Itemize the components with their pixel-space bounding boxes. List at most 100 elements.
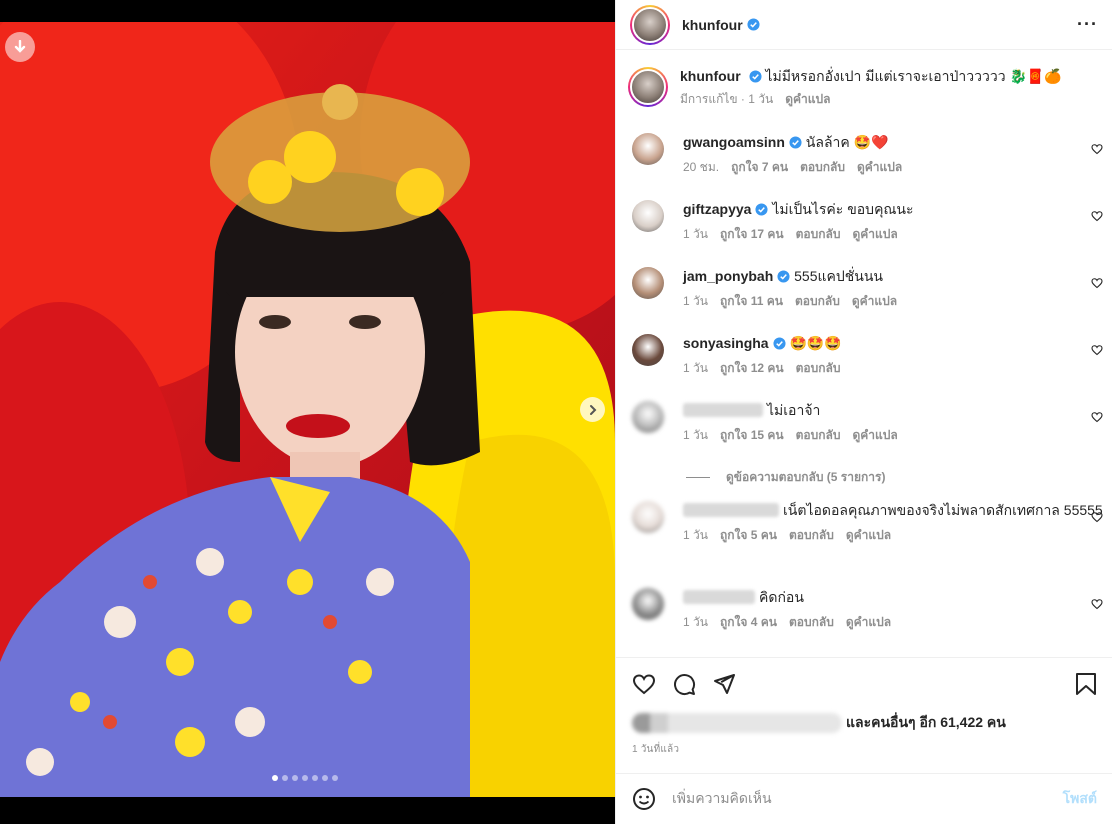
- commenter-username[interactable]: gwangoamsinn: [683, 134, 785, 150]
- translate-link[interactable]: ดูคำแปล: [852, 225, 897, 244]
- caption-avatar[interactable]: [628, 67, 668, 107]
- reply-button[interactable]: ตอบกลับ: [796, 359, 841, 378]
- post-comment-button[interactable]: โพสต์: [1063, 788, 1097, 810]
- comment-like-heart-icon[interactable]: [1091, 277, 1103, 289]
- next-slide-button[interactable]: [580, 397, 605, 422]
- carousel-dot[interactable]: [322, 775, 328, 781]
- comment-time: 1 วัน: [683, 361, 708, 375]
- add-comment-bar: เพิ่มความคิดเห็น โพสต์: [616, 773, 1112, 824]
- author-username[interactable]: khunfour: [682, 17, 743, 33]
- comment-likes[interactable]: ถูกใจ 7 คน: [731, 158, 788, 177]
- carousel-dot[interactable]: [332, 775, 338, 781]
- comment-bubble-icon[interactable]: [672, 672, 696, 696]
- commenter-username[interactable]: jam_ponybah: [683, 268, 773, 284]
- likes-count[interactable]: และคนอื่นๆ อีก 61,422 คน: [846, 712, 1006, 734]
- comment-text: คิดก่อน: [759, 589, 804, 605]
- comment-time: 1 วัน: [683, 294, 708, 308]
- comment-row: คิดก่อน 1 วัน ถูกใจ 4 คน ตอบกลับ ดูคำแปล: [632, 588, 1103, 632]
- comment-time: 1 วัน: [683, 528, 708, 542]
- comment-likes[interactable]: ถูกใจ 4 คน: [720, 613, 777, 632]
- save-bookmark-icon[interactable]: [1075, 672, 1097, 696]
- carousel-dot[interactable]: [312, 775, 318, 781]
- comment-row: gwangoamsinn นัลล้าค 🤩❤️ 20 ชม. ถูกใจ 7 คน…: [632, 133, 1103, 177]
- view-replies-button[interactable]: ดูข้อความตอบกลับ (5 รายการ): [686, 468, 885, 487]
- arrow-down-icon: [14, 40, 26, 53]
- download-button[interactable]: [5, 32, 35, 62]
- carousel-dots: [272, 775, 338, 781]
- comment-likes[interactable]: ถูกใจ 15 คน: [720, 426, 784, 445]
- post-photo[interactable]: [0, 22, 615, 797]
- hidden-username[interactable]: [683, 403, 763, 417]
- comment-time: 1 วัน: [683, 428, 708, 442]
- commenter-avatar[interactable]: [632, 334, 664, 366]
- commenter-avatar[interactable]: [632, 200, 664, 232]
- reply-button[interactable]: ตอบกลับ: [789, 613, 834, 632]
- comment-likes[interactable]: ถูกใจ 17 คน: [720, 225, 784, 244]
- comment-text: นัลล้าค 🤩❤️: [805, 134, 889, 150]
- commenter-avatar[interactable]: [632, 267, 664, 299]
- likes-summary[interactable]: และคนอื่นๆ อีก 61,422 คน: [616, 710, 1112, 736]
- comment-like-heart-icon[interactable]: [1091, 511, 1103, 523]
- reply-button[interactable]: ตอบกลับ: [800, 158, 845, 177]
- comment-like-heart-icon[interactable]: [1091, 411, 1103, 423]
- comment-text: 🤩🤩🤩: [789, 335, 842, 351]
- caption-translate-link[interactable]: ดูคำแปล: [785, 90, 830, 109]
- translate-link[interactable]: ดูคำแปล: [846, 613, 891, 632]
- commenter-avatar[interactable]: [632, 501, 664, 533]
- hidden-username[interactable]: [683, 503, 779, 517]
- caption-username[interactable]: khunfour: [680, 68, 741, 84]
- emoji-smiley-icon[interactable]: [632, 787, 656, 811]
- media-panel: [0, 0, 615, 824]
- comment-text: 555แคปชั่นนน: [794, 268, 883, 284]
- commenter-username[interactable]: sonyasingha: [683, 335, 769, 351]
- liked-by-avatars: [632, 713, 842, 733]
- author-avatar[interactable]: [630, 4, 670, 45]
- post-actions: และคนอื่นๆ อีก 61,422 คน 1 วันที่แล้ว: [616, 657, 1112, 757]
- carousel-dot[interactable]: [302, 775, 308, 781]
- comment-like-heart-icon[interactable]: [1091, 598, 1103, 610]
- view-replies-label: ดูข้อความตอบกลับ (5 รายการ): [726, 470, 886, 484]
- verified-badge-icon: [777, 270, 790, 283]
- comment-like-heart-icon[interactable]: [1091, 344, 1103, 356]
- like-heart-icon[interactable]: [632, 672, 656, 696]
- share-paper-plane-icon[interactable]: [712, 672, 736, 696]
- comment-like-heart-icon[interactable]: [1091, 143, 1103, 155]
- reply-button[interactable]: ตอบกลับ: [796, 426, 841, 445]
- comment-input[interactable]: เพิ่มความคิดเห็น: [672, 788, 1063, 810]
- comments-list: khunfour ไม่มีหรอกอั่งเปา มีแต่เราจะเอาป…: [616, 51, 1112, 656]
- translate-link[interactable]: ดูคำแปล: [852, 426, 897, 445]
- hidden-username[interactable]: [683, 590, 755, 604]
- comment-likes[interactable]: ถูกใจ 12 คน: [720, 359, 784, 378]
- comment-row: ไม่เอาจ้า 1 วัน ถูกใจ 15 คน ตอบกลับ ดูคำแปล: [632, 401, 1103, 445]
- commenter-username[interactable]: giftzapyya: [683, 201, 751, 217]
- carousel-dot[interactable]: [272, 775, 278, 781]
- carousel-dot[interactable]: [282, 775, 288, 781]
- verified-badge-icon: [749, 70, 762, 83]
- verified-badge-icon: [773, 337, 786, 350]
- verified-badge-icon: [755, 203, 769, 216]
- comment-likes[interactable]: ถูกใจ 5 คน: [720, 526, 777, 545]
- reply-button[interactable]: ตอบกลับ: [796, 225, 841, 244]
- more-options-icon[interactable]: ···: [1077, 14, 1098, 35]
- commenter-avatar[interactable]: [632, 133, 664, 165]
- translate-link[interactable]: ดูคำแปล: [852, 292, 897, 311]
- translate-link[interactable]: ดูคำแปล: [857, 158, 902, 177]
- comment-text: เน็ตไอดอลคุณภาพของจริงไม่พลาดสักเทศกาล 5…: [783, 502, 1103, 518]
- verified-badge-icon: [747, 18, 760, 31]
- reply-button[interactable]: ตอบกลับ: [789, 526, 834, 545]
- caption-text: ไม่มีหรอกอั่งเปา มีแต่เราจะเอาป่าววววว 🐉…: [765, 68, 1062, 84]
- commenter-avatar[interactable]: [632, 588, 664, 620]
- reply-button[interactable]: ตอบกลับ: [795, 292, 840, 311]
- comment-row: sonyasingha 🤩🤩🤩 1 วัน ถูกใจ 12 คน ตอบกลับ: [632, 334, 1103, 378]
- post-header: khunfour ···: [616, 0, 1112, 50]
- comment-row: เน็ตไอดอลคุณภาพของจริงไม่พลาดสักเทศกาล 5…: [632, 501, 1103, 545]
- comment-like-heart-icon[interactable]: [1091, 210, 1103, 222]
- translate-link[interactable]: ดูคำแปล: [846, 526, 891, 545]
- comment-time: 20 ชม.: [683, 160, 720, 174]
- comment-row: jam_ponybah 555แคปชั่นนน 1 วัน ถูกใจ 11 คน…: [632, 267, 1103, 311]
- commenter-avatar[interactable]: [632, 401, 664, 433]
- comment-likes[interactable]: ถูกใจ 11 คน: [720, 292, 783, 311]
- carousel-dot[interactable]: [292, 775, 298, 781]
- caption-edited-time: มีการแก้ไข · 1 วัน: [680, 92, 774, 106]
- comment-text: ไม่เอาจ้า: [767, 402, 821, 418]
